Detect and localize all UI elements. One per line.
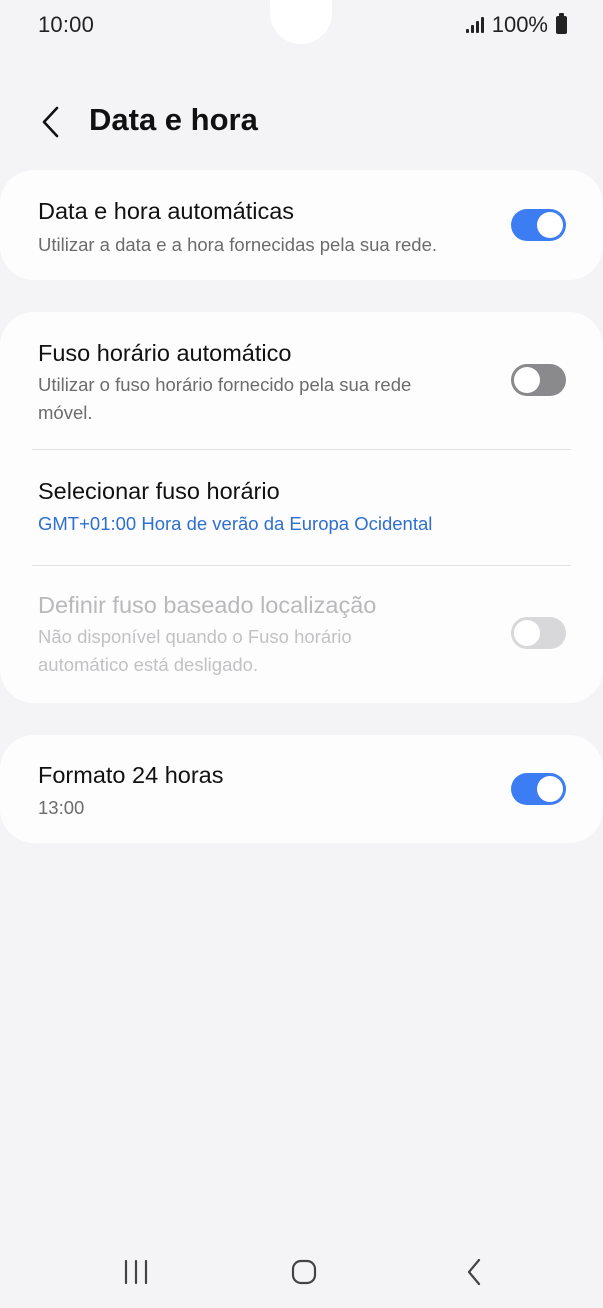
page-title: Data e hora bbox=[89, 102, 258, 137]
auto-datetime-subtitle: Utilizar a data e a hora fornecidas pela… bbox=[38, 234, 438, 255]
back-icon bbox=[467, 1258, 481, 1286]
auto-timezone-title: Fuso horário automático bbox=[38, 340, 292, 366]
auto-timezone-toggle[interactable] bbox=[511, 364, 566, 396]
home-button[interactable] bbox=[284, 1252, 324, 1292]
status-icons: 100% bbox=[465, 12, 567, 38]
back-nav-button[interactable] bbox=[454, 1252, 494, 1292]
auto-timezone-row[interactable]: Fuso horário automático Utilizar o fuso … bbox=[0, 312, 603, 450]
toggle-knob bbox=[514, 367, 540, 393]
chevron-left-icon bbox=[42, 106, 59, 138]
select-timezone-value: GMT+01:00 Hora de verão da Europa Ociden… bbox=[38, 513, 433, 534]
toggle-knob bbox=[514, 620, 540, 646]
toggle-knob bbox=[537, 212, 563, 238]
toggle-knob bbox=[537, 776, 563, 802]
auto-datetime-toggle[interactable] bbox=[511, 209, 566, 241]
auto-datetime-title: Data e hora automáticas bbox=[38, 198, 295, 224]
status-bar: 10:00 100% bbox=[0, 0, 603, 48]
select-timezone-row[interactable]: Selecionar fuso horário GMT+01:00 Hora d… bbox=[0, 450, 603, 566]
format-24h-subtitle: 13:00 bbox=[38, 797, 85, 818]
auto-datetime-row[interactable]: Data e hora automáticas Utilizar a data … bbox=[0, 170, 603, 280]
auto-timezone-subtitle-line2: móvel. bbox=[38, 402, 93, 423]
signal-bars-icon bbox=[465, 17, 484, 33]
format-24h-card: Formato 24 horas 13:00 bbox=[0, 735, 603, 843]
auto-timezone-subtitle-line1: Utilizar o fuso horário fornecido pela s… bbox=[38, 374, 412, 395]
home-icon bbox=[291, 1259, 317, 1285]
recents-button[interactable] bbox=[116, 1252, 156, 1292]
auto-datetime-card: Data e hora automáticas Utilizar a data … bbox=[0, 170, 603, 280]
format-24h-row[interactable]: Formato 24 horas 13:00 bbox=[0, 735, 603, 843]
battery-percentage: 100% bbox=[491, 12, 548, 37]
recents-icon bbox=[124, 1259, 148, 1285]
format-24h-title: Formato 24 horas bbox=[38, 762, 224, 788]
location-timezone-title: Definir fuso baseado localização bbox=[38, 592, 377, 618]
format-24h-toggle[interactable] bbox=[511, 773, 566, 805]
select-timezone-title: Selecionar fuso horário bbox=[38, 478, 280, 504]
timezone-card: Fuso horário automático Utilizar o fuso … bbox=[0, 312, 603, 703]
back-button[interactable] bbox=[32, 102, 68, 142]
location-timezone-subtitle-line1: Não disponível quando o Fuso horário bbox=[38, 626, 352, 647]
navigation-bar bbox=[0, 1244, 603, 1300]
camera-notch bbox=[270, 0, 332, 44]
app-header: Data e hora bbox=[0, 96, 603, 148]
location-timezone-subtitle-line2: automático está desligado. bbox=[38, 654, 259, 675]
location-timezone-row: Definir fuso baseado localização Não dis… bbox=[0, 566, 603, 703]
location-timezone-toggle bbox=[511, 617, 566, 649]
battery-icon bbox=[556, 13, 567, 34]
status-time: 10:00 bbox=[38, 12, 95, 37]
